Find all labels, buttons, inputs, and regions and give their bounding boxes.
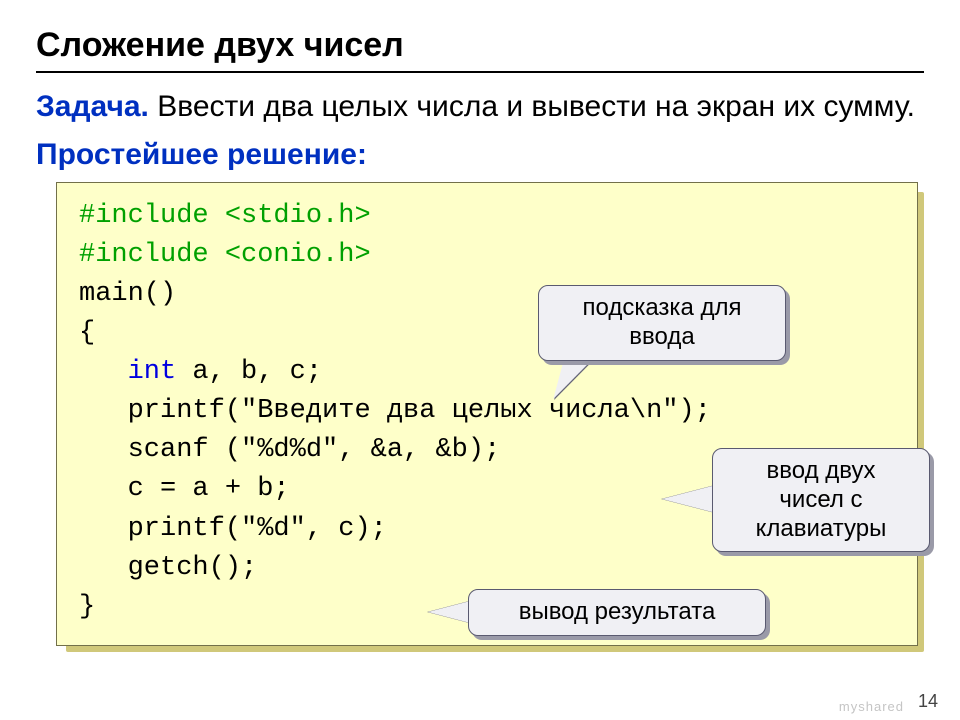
solution-heading: Простейшее решение: [36,138,924,172]
code-line-7: scanf ("%d%d", &a, &b); [79,435,500,465]
task-label: Задача. [36,90,149,123]
callout-hint-input-two-numbers: ввод двух чисел с клавиатуры [712,448,930,552]
code-line-5a [79,357,128,387]
code-line-9: printf("%d", c); [79,514,387,544]
code-line-2b: <conio.h> [225,240,371,270]
task-text: Задача. Ввести два целых числа и вывести… [36,87,924,128]
code-line-11: } [79,592,95,622]
task-body: Ввести два целых числа и вывести на экра… [149,90,915,123]
code-block: #include <stdio.h> #include <conio.h> ma… [56,182,918,647]
code-line-1a: #include [79,201,225,231]
callout-hint-output-result: вывод результата [468,589,766,636]
code-line-2a: #include [79,240,225,270]
code-line-10: getch(); [79,553,257,583]
callout-tail-2 [662,485,716,513]
page-title: Сложение двух чисел [36,26,924,73]
code-line-8: c = a + b; [79,474,290,504]
code-line-3: main() [79,279,176,309]
code-line-5c: a, b, c; [176,357,322,387]
watermark: myshared [839,699,904,714]
slide: Сложение двух чисел Задача. Ввести два ц… [0,0,960,720]
code-line-5b: int [128,357,177,387]
code-line-6: printf("Введите два целых числа\n"); [79,396,711,426]
page-number: 14 [918,691,938,712]
code-line-1b: <stdio.h> [225,201,371,231]
callout-hint-input-prompt: подсказка для ввода [538,285,786,361]
code-box: #include <stdio.h> #include <conio.h> ma… [56,182,918,647]
code-line-4: { [79,318,95,348]
